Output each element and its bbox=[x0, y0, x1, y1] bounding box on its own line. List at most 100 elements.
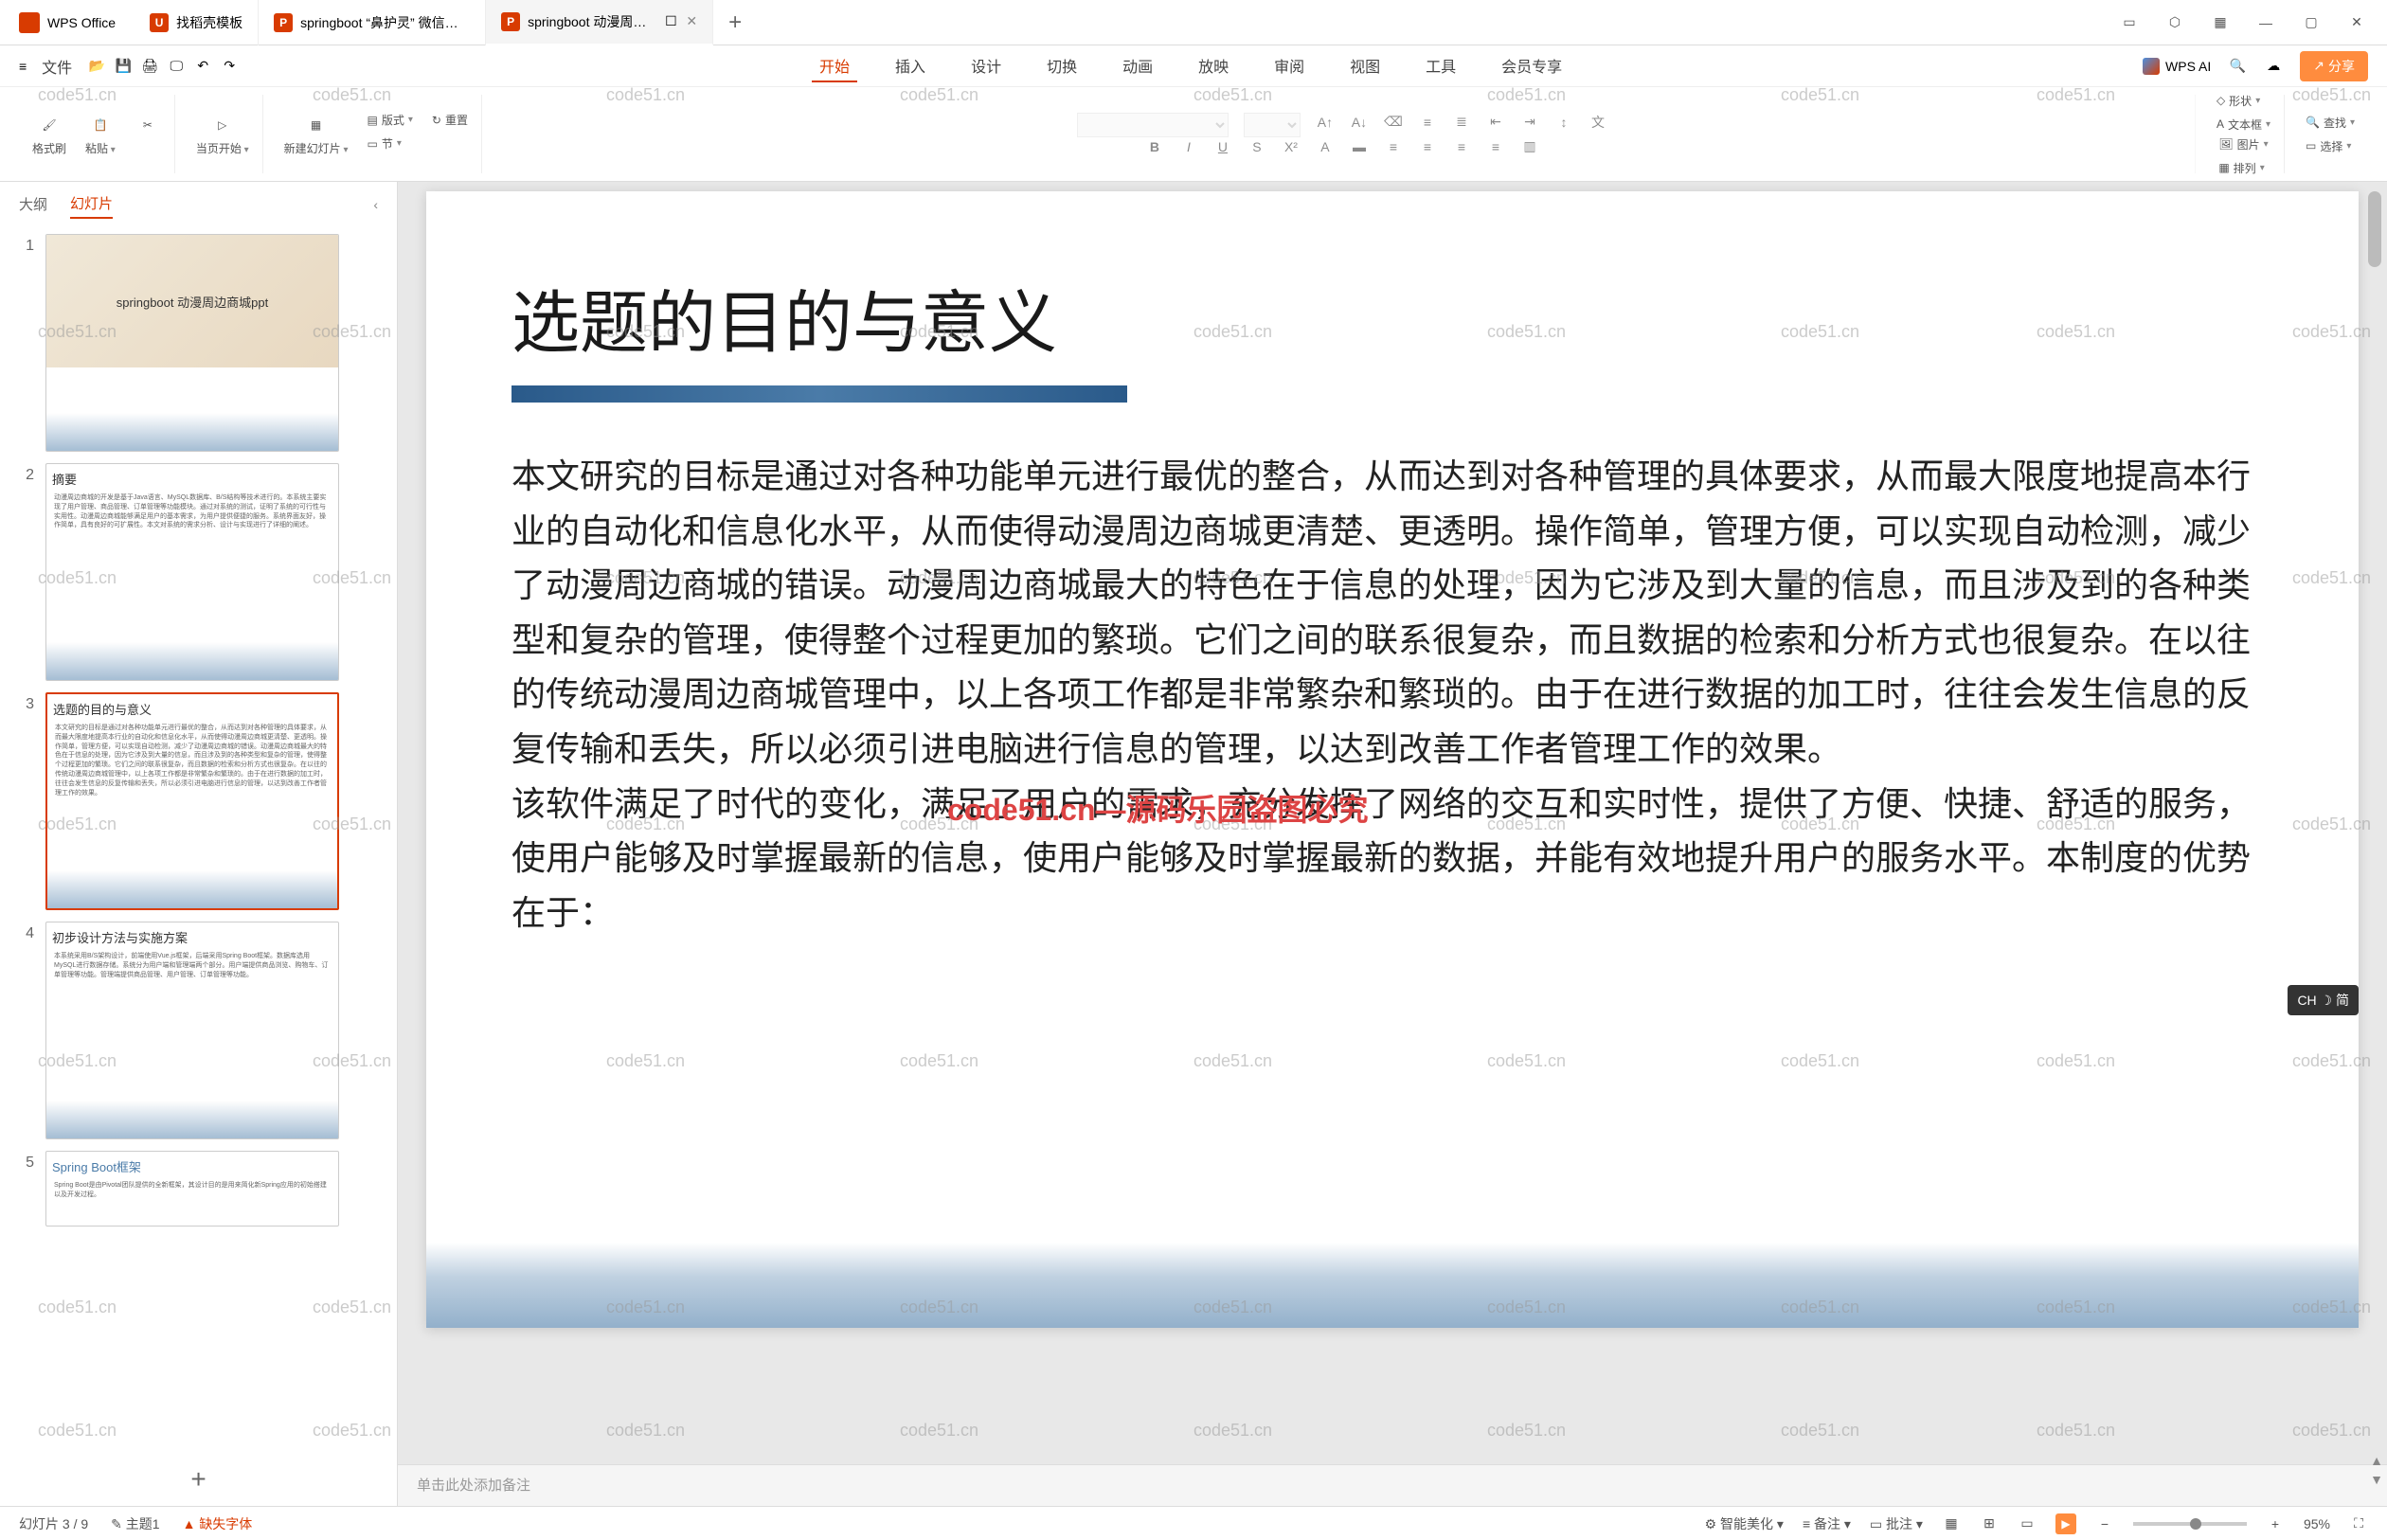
thumbnail-5[interactable]: Spring Boot框架 Spring Boot是由Pivotal团队提供的全… bbox=[45, 1151, 339, 1227]
preview-icon[interactable]: 🖵 bbox=[167, 57, 186, 76]
menu-start[interactable]: 开始 bbox=[812, 50, 857, 82]
arrange-dropdown[interactable]: ▦排列 bbox=[2213, 158, 2273, 178]
add-slide-button[interactable]: + bbox=[0, 1453, 397, 1506]
font-color-icon[interactable]: A bbox=[1316, 137, 1335, 156]
picture-dropdown[interactable]: 🖼图片 bbox=[2213, 134, 2273, 154]
paste-button[interactable]: 📋 粘贴 bbox=[80, 110, 121, 158]
align-justify-icon[interactable]: ≡ bbox=[1486, 137, 1505, 156]
zoom-level[interactable]: 95% bbox=[2304, 1516, 2330, 1531]
open-icon[interactable]: 📂 bbox=[87, 57, 106, 76]
overflow-icon[interactable]: ▭ bbox=[2118, 11, 2141, 34]
cloud-icon[interactable]: ☁ bbox=[2264, 57, 2283, 76]
cut-button[interactable]: ✂ bbox=[129, 110, 167, 158]
redo-icon[interactable]: ↷ bbox=[220, 57, 239, 76]
close-icon[interactable]: ✕ bbox=[2345, 11, 2368, 34]
superscript-icon[interactable]: X² bbox=[1282, 137, 1301, 156]
numbering-icon[interactable]: ≣ bbox=[1452, 113, 1471, 132]
select-dropdown[interactable]: ▭选择 bbox=[2300, 136, 2360, 156]
line-spacing-icon[interactable]: ↕ bbox=[1554, 113, 1573, 132]
beautify-button[interactable]: ⚙ 智能美化 ▾ bbox=[1705, 1514, 1784, 1533]
bold-icon[interactable]: B bbox=[1145, 137, 1164, 156]
thumbnail-2[interactable]: 摘要 动漫周边商城的开发是基于Java语言、MySQL数据库、B/S结构等技术进… bbox=[45, 463, 339, 681]
theme-indicator[interactable]: ✎ 主题1 bbox=[111, 1514, 159, 1533]
print-icon[interactable]: 🖨 bbox=[140, 57, 159, 76]
wps-logo[interactable]: WPS Office bbox=[0, 12, 135, 33]
menu-tools[interactable]: 工具 bbox=[1418, 50, 1463, 82]
menu-slideshow[interactable]: 放映 bbox=[1191, 50, 1236, 82]
wps-ai-button[interactable]: WPS AI bbox=[2143, 58, 2211, 75]
undo-icon[interactable]: ↶ bbox=[193, 57, 212, 76]
slideshow-button[interactable]: ▶ bbox=[2055, 1513, 2076, 1534]
scroll-up-icon[interactable]: ▲ bbox=[2370, 1453, 2383, 1468]
missing-font-warning[interactable]: ▲ 缺失字体 bbox=[183, 1514, 253, 1533]
menu-transition[interactable]: 切换 bbox=[1039, 50, 1085, 82]
zoom-out-icon[interactable]: − bbox=[2095, 1514, 2114, 1533]
apps-icon[interactable]: ⬡ bbox=[2163, 11, 2186, 34]
section-dropdown[interactable]: ▭节 bbox=[362, 134, 419, 153]
menu-animation[interactable]: 动画 bbox=[1115, 50, 1160, 82]
layout-dropdown[interactable]: ▤版式 bbox=[362, 110, 419, 130]
tab-doc-active[interactable]: P springboot 动漫周边商城的 ☐ ✕ bbox=[486, 0, 713, 45]
collapse-panel-icon[interactable]: ‹ bbox=[373, 197, 378, 212]
menu-member[interactable]: 会员专享 bbox=[1494, 50, 1570, 82]
new-tab-button[interactable]: + bbox=[713, 0, 757, 45]
tab-templates[interactable]: U 找稻壳模板 bbox=[135, 0, 259, 45]
italic-icon[interactable]: I bbox=[1179, 137, 1198, 156]
align-left-icon[interactable]: ≡ bbox=[1384, 137, 1403, 156]
zoom-slider[interactable] bbox=[2133, 1522, 2247, 1526]
format-painter-button[interactable]: 🖌 格式刷 bbox=[27, 110, 72, 158]
font-size-select[interactable] bbox=[1244, 113, 1301, 137]
scroll-down-icon[interactable]: ▼ bbox=[2370, 1472, 2383, 1487]
menu-insert[interactable]: 插入 bbox=[888, 50, 933, 82]
search-icon[interactable]: 🔍 bbox=[2228, 57, 2247, 76]
underline-icon[interactable]: U bbox=[1213, 137, 1232, 156]
highlight-icon[interactable]: ▬ bbox=[1350, 137, 1369, 156]
slide-title[interactable]: 选题的目的与意义 bbox=[512, 267, 2273, 367]
normal-view-icon[interactable]: ▦ bbox=[1942, 1514, 1961, 1533]
increase-font-icon[interactable]: A↑ bbox=[1316, 113, 1335, 132]
ime-indicator[interactable]: CH ☽ 简 bbox=[2288, 985, 2359, 1015]
columns-icon[interactable]: ▥ bbox=[1520, 137, 1539, 156]
new-slide-button[interactable]: ▦ 新建幻灯片 bbox=[278, 110, 354, 158]
bullets-icon[interactable]: ≡ bbox=[1418, 113, 1437, 132]
indent-right-icon[interactable]: ⇥ bbox=[1520, 113, 1539, 132]
avatar-icon[interactable]: ▦ bbox=[2209, 11, 2232, 34]
share-button[interactable]: ↗ 分享 bbox=[2300, 51, 2368, 81]
sorter-view-icon[interactable]: ⊞ bbox=[1980, 1514, 1999, 1533]
tab-doc-1[interactable]: P springboot “鼻护灵” 微信小程序的 bbox=[259, 0, 486, 45]
reading-view-icon[interactable]: ▭ bbox=[2018, 1514, 2037, 1533]
text-direction-icon[interactable]: 文 bbox=[1588, 113, 1607, 132]
fit-window-icon[interactable]: ⛶ bbox=[2349, 1514, 2368, 1533]
thumbnail-1[interactable]: springboot 动漫周边商城ppt bbox=[45, 234, 339, 452]
thumbnail-3-selected[interactable]: 选题的目的与意义 本文研究的目标是通过对各种功能单元进行最优的整合，从而达到对各… bbox=[45, 692, 339, 910]
reset-button[interactable]: ↻重置 bbox=[426, 110, 474, 130]
tab-menu-icon[interactable]: ☐ bbox=[661, 12, 680, 31]
notes-input[interactable]: 单击此处添加备注 bbox=[398, 1464, 2387, 1506]
thumbnail-4[interactable]: 初步设计方法与实施方案 本系统采用B/S架构设计，前端使用Vue.js框架，后端… bbox=[45, 922, 339, 1139]
decrease-font-icon[interactable]: A↓ bbox=[1350, 113, 1369, 132]
maximize-icon[interactable]: ▢ bbox=[2300, 11, 2323, 34]
from-current-button[interactable]: ▷ 当页开始 bbox=[190, 110, 255, 158]
zoom-in-icon[interactable]: + bbox=[2266, 1514, 2285, 1533]
textbox-dropdown[interactable]: A文本框 bbox=[2211, 115, 2276, 134]
file-menu[interactable]: 文件 bbox=[34, 51, 80, 81]
comments-toggle[interactable]: ▭ 批注 ▾ bbox=[1870, 1514, 1923, 1533]
scrollbar[interactable] bbox=[2368, 191, 2381, 1496]
menu-design[interactable]: 设计 bbox=[963, 50, 1009, 82]
shapes-dropdown[interactable]: ◇形状 bbox=[2211, 91, 2276, 111]
menu-icon[interactable]: ≡ bbox=[19, 59, 27, 74]
font-family-select[interactable] bbox=[1077, 113, 1229, 137]
notes-toggle[interactable]: ≡ 备注 ▾ bbox=[1803, 1514, 1851, 1533]
scroll-thumb[interactable] bbox=[2368, 191, 2381, 267]
clear-format-icon[interactable]: ⌫ bbox=[1384, 113, 1403, 132]
menu-review[interactable]: 审阅 bbox=[1266, 50, 1312, 82]
find-dropdown[interactable]: 🔍查找 bbox=[2300, 113, 2360, 133]
slide-canvas[interactable]: 选题的目的与意义 本文研究的目标是通过对各种功能单元进行最优的整合，从而达到对各… bbox=[426, 191, 2359, 1328]
align-right-icon[interactable]: ≡ bbox=[1452, 137, 1471, 156]
indent-left-icon[interactable]: ⇤ bbox=[1486, 113, 1505, 132]
menu-view[interactable]: 视图 bbox=[1342, 50, 1388, 82]
minimize-icon[interactable]: — bbox=[2254, 11, 2277, 34]
outline-tab[interactable]: 大纲 bbox=[19, 190, 47, 218]
strikethrough-icon[interactable]: S bbox=[1247, 137, 1266, 156]
save-icon[interactable]: 💾 bbox=[114, 57, 133, 76]
